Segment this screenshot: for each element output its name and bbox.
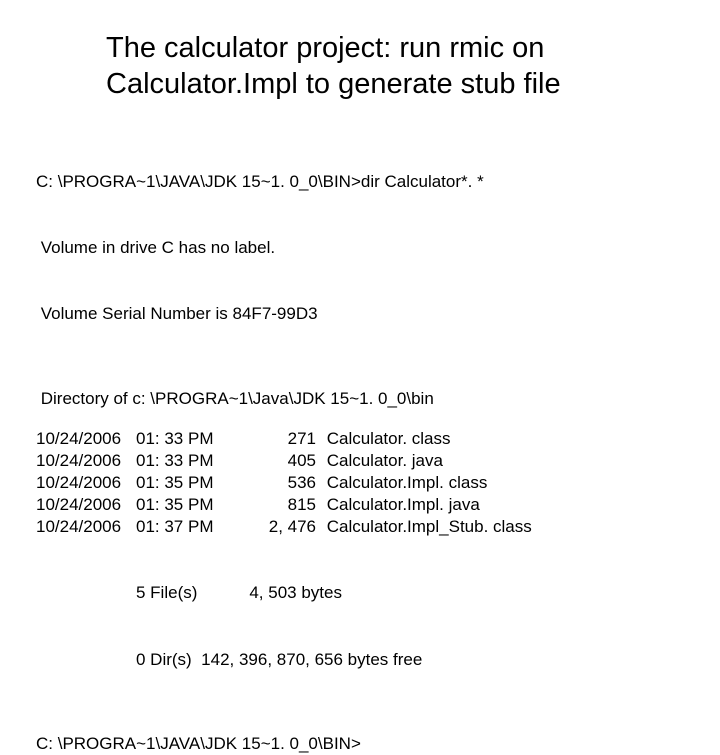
prompt-end: C: \PROGRA~1\JAVA\JDK 15~1. 0_0\BIN> (36, 733, 684, 755)
file-date: 10/24/2006 (36, 494, 136, 516)
file-name: Calculator. class (322, 428, 451, 450)
file-row: 10/24/200601: 35 PM815 Calculator.Impl. … (36, 494, 684, 516)
summary-dirs: 0 Dir(s) 142, 396, 870, 656 bytes free (36, 649, 684, 671)
file-date: 10/24/2006 (36, 516, 136, 538)
file-name: Calculator.Impl. java (322, 494, 480, 516)
file-name: Calculator.Impl. class (322, 472, 487, 494)
file-name: Calculator.Impl_Stub. class (322, 516, 532, 538)
file-time: 01: 35 PM (136, 472, 246, 494)
prompt-line: C: \PROGRA~1\JAVA\JDK 15~1. 0_0\BIN>dir … (36, 171, 684, 193)
file-row: 10/24/200601: 33 PM405 Calculator. java (36, 450, 684, 472)
file-size: 271 (246, 428, 322, 450)
summary-block: 5 File(s) 4, 503 bytes 0 Dir(s) 142, 396… (36, 538, 684, 715)
file-size: 815 (246, 494, 322, 516)
file-name: Calculator. java (322, 450, 443, 472)
terminal-output: C: \PROGRA~1\JAVA\JDK 15~1. 0_0\BIN>dir … (36, 127, 684, 370)
file-size: 2, 476 (246, 516, 322, 538)
file-row: 10/24/200601: 35 PM536 Calculator.Impl. … (36, 472, 684, 494)
file-date: 10/24/2006 (36, 450, 136, 472)
file-date: 10/24/2006 (36, 472, 136, 494)
file-row: 10/24/200601: 37 PM2, 476 Calculator.Imp… (36, 516, 684, 538)
file-time: 01: 37 PM (136, 516, 246, 538)
file-listing: 10/24/200601: 33 PM271 Calculator. class… (36, 428, 684, 538)
file-date: 10/24/2006 (36, 428, 136, 450)
file-size: 536 (246, 472, 322, 494)
volume-line-2: Volume Serial Number is 84F7-99D3 (36, 303, 684, 325)
file-size: 405 (246, 450, 322, 472)
directory-of-line: Directory of c: \PROGRA~1\Java\JDK 15~1.… (36, 388, 684, 410)
file-time: 01: 33 PM (136, 450, 246, 472)
file-time: 01: 33 PM (136, 428, 246, 450)
slide: The calculator project: run rmic on Calc… (0, 0, 720, 540)
volume-line-1: Volume in drive C has no label. (36, 237, 684, 259)
summary-files: 5 File(s) 4, 503 bytes (36, 582, 684, 604)
file-row: 10/24/200601: 33 PM271 Calculator. class (36, 428, 684, 450)
file-time: 01: 35 PM (136, 494, 246, 516)
slide-title: The calculator project: run rmic on Calc… (106, 30, 666, 103)
